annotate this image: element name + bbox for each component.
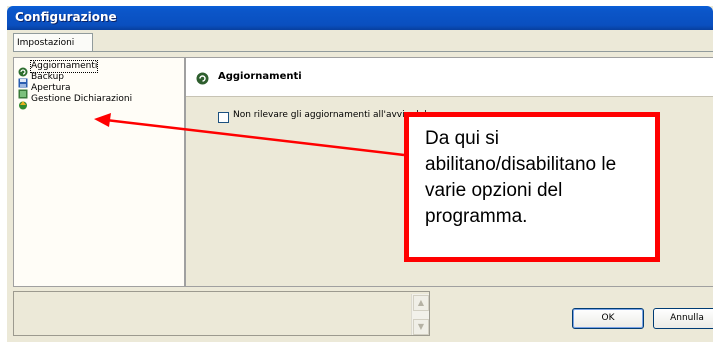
bottom-bar: ▲ ▼ OK Annulla [13, 289, 713, 342]
settings-tree: Aggiornamenti Backup Apertura Gestione D… [13, 57, 185, 287]
tab-impostazioni[interactable]: Impostazioni [13, 33, 94, 52]
tab-divider [13, 51, 713, 52]
tree-item-label: Aggiornamenti [29, 60, 99, 73]
tree-item-aggiornamenti[interactable]: Aggiornamenti [18, 60, 99, 76]
scroll-up-icon[interactable]: ▲ [413, 295, 429, 311]
open-icon [18, 84, 28, 98]
description-scrollbar[interactable]: ▲ ▼ [411, 294, 429, 335]
refresh-icon [196, 70, 209, 85]
no-update-check-checkbox[interactable] [218, 112, 229, 123]
window-title: Configurazione [15, 10, 117, 24]
tree-item-gestione-dichiarazioni[interactable]: Gestione Dichiarazioni [18, 94, 133, 109]
backup-icon [18, 73, 28, 87]
annotation-callout: Da qui si abilitano/disabilitano le vari… [404, 112, 660, 262]
title-bar[interactable]: Configurazione [7, 6, 713, 30]
ok-button[interactable]: OK [572, 308, 644, 329]
description-box: ▲ ▼ [13, 291, 430, 336]
scroll-down-icon[interactable]: ▼ [413, 319, 429, 335]
refresh-icon [18, 62, 28, 76]
tree-item-apertura[interactable]: Apertura [18, 83, 71, 98]
panel-title: Aggiornamenti [218, 71, 302, 82]
tree-item-backup[interactable]: Backup [18, 72, 64, 87]
tree-item-label: Backup [31, 72, 64, 82]
panel-header: Aggiornamenti [186, 58, 713, 97]
tree-item-label: Apertura [31, 83, 71, 93]
cancel-button[interactable]: Annulla [653, 308, 713, 329]
callout-text: Da qui si abilitano/disabilitano le vari… [425, 128, 617, 227]
tree-item-label: Gestione Dichiarazioni [31, 94, 133, 104]
declarations-icon [18, 95, 28, 109]
